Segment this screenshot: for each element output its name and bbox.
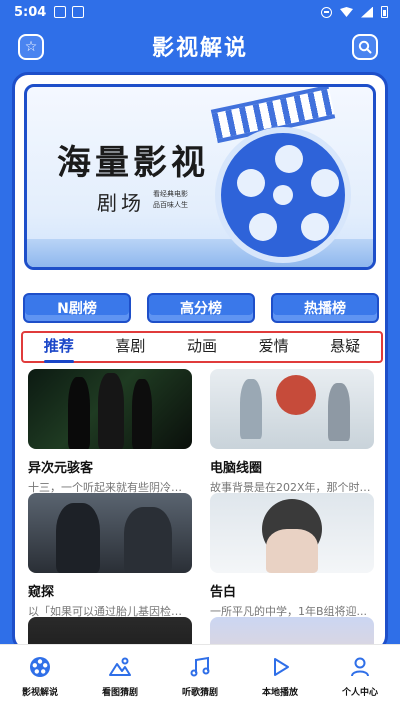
bottom-nav: 影视解说 看图猜剧 听歌猜剧 本地播放 个人中心 bbox=[0, 644, 400, 710]
nav-label: 影视解说 bbox=[21, 688, 58, 698]
status-time: 5:04 bbox=[14, 4, 47, 20]
tab-romance[interactable]: 爱情 bbox=[259, 335, 289, 359]
film-reel-illustration bbox=[215, 127, 351, 263]
movie-poster bbox=[210, 493, 374, 573]
banner-tagline: 看经典电影 品百味人生 bbox=[153, 189, 188, 211]
notification-icons bbox=[54, 6, 85, 18]
promo-banner[interactable]: 海量影视 剧场 看经典电影 品百味人生 bbox=[24, 84, 376, 270]
app-header: ☆ 影视解说 bbox=[0, 24, 400, 68]
nav-label: 听歌猜剧 bbox=[181, 688, 218, 698]
play-icon bbox=[268, 655, 292, 679]
star-icon: ☆ bbox=[24, 39, 38, 55]
tab-animation[interactable]: 动画 bbox=[187, 335, 217, 359]
person-icon bbox=[348, 655, 372, 679]
status-bar: 5:04 bbox=[0, 0, 400, 24]
movie-title: 告白 bbox=[210, 585, 237, 600]
category-tabs: 推荐 喜剧 动画 爱情 悬疑 bbox=[21, 331, 383, 363]
nav-label: 个人中心 bbox=[341, 688, 378, 698]
rank-button-high-score[interactable]: 高分榜 bbox=[147, 293, 255, 323]
nav-label: 看图猜剧 bbox=[101, 688, 138, 698]
nav-label: 本地播放 bbox=[261, 688, 298, 698]
search-button[interactable] bbox=[352, 34, 378, 60]
movie-poster bbox=[210, 369, 374, 449]
search-icon bbox=[358, 40, 372, 54]
page-title: 影视解说 bbox=[151, 36, 248, 61]
nav-item-local-play[interactable]: 本地播放 bbox=[245, 655, 315, 698]
banner-subtitle: 剧场 bbox=[97, 191, 145, 215]
movie-card[interactable]: 告白 一所平凡的中学，1年B组将迎... bbox=[210, 493, 374, 619]
nav-item-guess-by-song[interactable]: 听歌猜剧 bbox=[165, 655, 235, 698]
banner-tagline-1: 看经典电影 bbox=[153, 190, 188, 198]
movie-title: 电脑线圈 bbox=[210, 461, 263, 476]
movie-card[interactable]: 窥探 以「如果可以通过胎儿基因检测... bbox=[28, 493, 192, 619]
wifi-icon bbox=[340, 7, 353, 17]
nav-item-guess-by-image[interactable]: 看图猜剧 bbox=[85, 655, 155, 698]
content-panel: 海量影视 剧场 看经典电影 品百味人生 N剧榜 高分榜 热播榜 推荐 喜剧 动画… bbox=[12, 72, 388, 652]
signal-icon bbox=[361, 6, 373, 18]
rank-button-n[interactable]: N剧榜 bbox=[23, 293, 131, 323]
movie-title: 窥探 bbox=[28, 585, 55, 600]
tab-recommend[interactable]: 推荐 bbox=[43, 335, 74, 363]
favorite-button[interactable]: ☆ bbox=[18, 34, 44, 60]
nav-item-profile[interactable]: 个人中心 bbox=[325, 655, 395, 698]
movie-poster bbox=[28, 493, 192, 573]
image-icon bbox=[108, 655, 132, 679]
app-notification-icon bbox=[54, 6, 67, 18]
battery-icon bbox=[381, 6, 388, 18]
movie-card[interactable]: 异次元骇客 十三，一个听起来就有些阴冷的... bbox=[28, 369, 192, 495]
banner-title: 海量影视 bbox=[57, 143, 209, 183]
film-reel-icon bbox=[28, 655, 52, 679]
music-note-icon bbox=[188, 655, 212, 679]
banner-tagline-2: 品百味人生 bbox=[153, 201, 188, 209]
tab-comedy[interactable]: 喜剧 bbox=[115, 335, 145, 359]
nav-item-film-commentary[interactable]: 影视解说 bbox=[5, 655, 75, 698]
tab-suspense[interactable]: 悬疑 bbox=[330, 335, 360, 359]
movie-title: 异次元骇客 bbox=[28, 461, 94, 476]
do-not-disturb-icon bbox=[321, 6, 332, 18]
app-notification-icon bbox=[72, 6, 85, 18]
ranking-buttons: N剧榜 高分榜 热播榜 bbox=[23, 293, 379, 323]
movie-card[interactable]: 电脑线圈 故事背景是在202X年，那个时候... bbox=[210, 369, 374, 495]
rank-button-hot[interactable]: 热播榜 bbox=[271, 293, 379, 323]
movie-poster bbox=[28, 369, 192, 449]
